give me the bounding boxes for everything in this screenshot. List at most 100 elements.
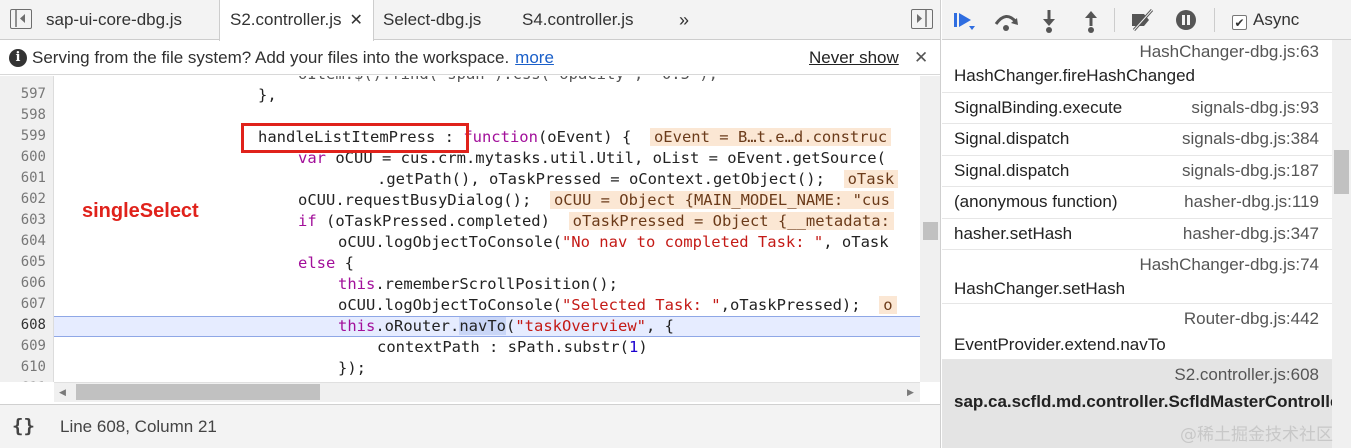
step-into-icon (1043, 10, 1055, 33)
line-number[interactable]: 611 (0, 380, 46, 382)
call-stack-scrollbar[interactable] (1332, 40, 1351, 448)
code-token: oCUU.logObjectToConsole( (338, 296, 562, 314)
infobar-message: Serving from the file system? Add your f… (32, 41, 554, 75)
annotation-highlight-box (241, 123, 469, 153)
code-token: (oTaskPressed.completed) (316, 212, 569, 230)
line-number[interactable]: 607 (0, 296, 46, 312)
keyword: else (298, 254, 336, 272)
call-frame[interactable]: Router-dbg.js:442 EventProvider.extend.na… (942, 304, 1332, 360)
line-number[interactable]: 606 (0, 275, 46, 291)
line-number[interactable]: 602 (0, 191, 46, 207)
call-frame[interactable]: Signal.dispatch signals-dbg.js:187 (942, 156, 1332, 187)
call-frame[interactable]: HashChanger-dbg.js:63 HashChanger.fireHas… (942, 40, 1332, 93)
code-line-610: }); (338, 359, 366, 377)
deactivate-breakpoints-button[interactable] (1128, 6, 1156, 34)
frame-location: signals-dbg.js:93 (1191, 98, 1319, 117)
sidebar-left-icon (15, 10, 25, 27)
line-number[interactable]: 609 (0, 338, 46, 354)
code-token: (oEvent) { (537, 128, 650, 146)
line-number-gutter[interactable]: 598 597 598 599 600 601 602 603 604 605 … (0, 76, 54, 382)
code-token: ,oTaskPressed); (720, 296, 880, 314)
frame-location: HashChanger-dbg.js:74 (1139, 255, 1319, 274)
call-frame[interactable]: SignalBinding.execute signals-dbg.js:93 (942, 93, 1332, 124)
tab-s2-controller[interactable]: S2.controller.js ✕ (219, 0, 374, 41)
scroll-left-icon[interactable]: ◀ (59, 387, 66, 398)
line-number[interactable]: 598 (0, 107, 46, 123)
tab-sap-ui-core-dbg[interactable]: sap-ui-core-dbg.js (46, 0, 182, 40)
toggle-debugger-button[interactable] (911, 9, 933, 29)
debugger-toolbar: ✔ Async (942, 0, 1351, 40)
async-label: Async (1253, 10, 1300, 29)
toolbar-divider (1214, 8, 1215, 32)
resume-button[interactable] (950, 6, 978, 34)
editor-status-bar: {} Line 608, Column 21 (0, 404, 940, 448)
frame-function: (anonymous function) (954, 192, 1118, 211)
call-frame[interactable]: hasher.setHash hasher-dbg.js:347 (942, 219, 1332, 250)
frame-function: Signal.dispatch (954, 129, 1070, 148)
more-link[interactable]: more (515, 48, 554, 67)
code-editor[interactable]: 598 597 598 599 600 601 602 603 604 605 … (0, 76, 920, 382)
tab-s4-controller[interactable]: S4.controller.js (522, 0, 634, 40)
call-frame[interactable]: (anonymous function) hasher-dbg.js:119 (942, 187, 1332, 219)
frame-function: EventProvider.extend.navTo (954, 335, 1166, 354)
call-frame[interactable]: Signal.dispatch signals-dbg.js:384 (942, 124, 1332, 156)
async-toggle[interactable]: ✔ Async (1232, 0, 1299, 40)
toolbar-divider (1114, 8, 1115, 32)
line-number[interactable]: 600 (0, 149, 46, 165)
code-line-604: oCUU.logObjectToConsole("No nav to compl… (338, 232, 889, 253)
step-into-button[interactable] (1035, 6, 1063, 34)
line-number[interactable]: 597 (0, 86, 46, 102)
pretty-print-button[interactable]: {} (12, 405, 35, 448)
frame-location: signals-dbg.js:384 (1181, 129, 1319, 148)
step-over-button[interactable] (992, 6, 1020, 34)
frame-location: HashChanger-dbg.js:63 (1139, 42, 1319, 61)
resume-icon (954, 13, 975, 30)
step-over-icon (994, 15, 1018, 31)
annotation-label: singleSelect (82, 200, 199, 222)
async-checkbox-icon[interactable]: ✔ (1232, 15, 1247, 30)
frame-location: S2.controller.js:608 (1174, 365, 1319, 384)
pause-on-exceptions-button[interactable] (1172, 6, 1200, 34)
never-show-link[interactable]: Never show (809, 41, 899, 75)
call-stack-list: HashChanger-dbg.js:63 HashChanger.fireHas… (942, 40, 1332, 448)
line-number[interactable]: 604 (0, 233, 46, 249)
line-number[interactable]: 603 (0, 212, 46, 228)
scroll-right-icon[interactable]: ▶ (907, 387, 914, 398)
tab-label: S2.controller.js (230, 10, 342, 29)
close-icon[interactable]: ✕ (350, 12, 363, 29)
editor-vertical-scroll-thumb[interactable] (923, 222, 938, 240)
frame-location: hasher-dbg.js:119 (1184, 192, 1319, 211)
frame-function: hasher.setHash (954, 224, 1073, 243)
close-icon[interactable]: ✕ (914, 41, 928, 75)
frame-location: Router-dbg.js:442 (1183, 309, 1319, 328)
code-token: { (335, 254, 354, 272)
keyword: function (463, 128, 538, 146)
line-number[interactable]: 599 (0, 128, 46, 144)
tab-label: sap-ui-core-dbg.js (46, 10, 183, 29)
inline-value: oTask (843, 170, 899, 188)
frame-location: hasher-dbg.js:347 (1182, 224, 1319, 243)
code-line: }, (258, 86, 277, 104)
step-out-button[interactable] (1077, 6, 1105, 34)
toggle-navigator-button[interactable] (10, 9, 32, 29)
line-number[interactable]: 610 (0, 359, 46, 375)
inline-value: oTaskPressed = Object {__metadata: (568, 212, 894, 230)
line-number[interactable]: 598 (0, 76, 46, 78)
line-number[interactable]: 605 (0, 254, 46, 270)
number-literal: 1 (628, 338, 639, 356)
code-token: .oRouter. (375, 317, 460, 335)
editor-horizontal-scroll-thumb[interactable] (76, 384, 320, 400)
tab-select-dbg[interactable]: Select-dbg.js (383, 0, 481, 40)
line-number-current[interactable]: 608 (0, 317, 46, 333)
code-token: ( (506, 317, 516, 335)
keyword: this (338, 317, 376, 335)
tab-label: S4.controller.js (522, 10, 634, 29)
call-stack-scroll-thumb[interactable] (1334, 150, 1349, 194)
string-literal: "Selected Task: " (561, 296, 721, 314)
call-frame[interactable]: HashChanger-dbg.js:74 HashChanger.setHash (942, 250, 1332, 304)
execution-pointer-token: navTo (459, 317, 506, 335)
tab-overflow-button[interactable]: » (679, 0, 689, 40)
code-token: ) (638, 338, 648, 356)
line-number[interactable]: 601 (0, 170, 46, 186)
code-token: .rememberScrollPosition(); (375, 275, 618, 293)
